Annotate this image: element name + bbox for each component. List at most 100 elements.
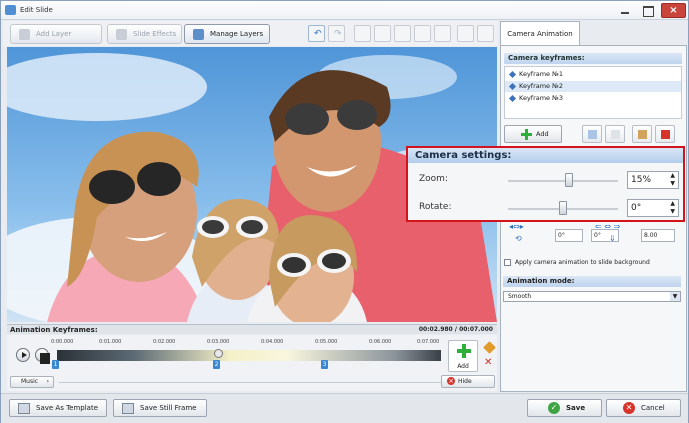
paste-icon [611, 130, 620, 139]
cancel-button[interactable]: ✕ Cancel [606, 399, 681, 417]
timeline-time: 00:02.980 / 00:07.000 [418, 326, 493, 333]
add-layer-button[interactable]: Add Layer [10, 24, 102, 44]
animation-mode-value: Smooth [508, 293, 532, 300]
zoom-label: Zoom: [419, 174, 448, 184]
keyframe-marker[interactable]: 1 [52, 360, 59, 369]
manage-layers-label: Manage Layers [210, 30, 264, 38]
list-item[interactable]: Keyframe №3 [505, 93, 681, 104]
copy-keyframe-button[interactable] [582, 125, 602, 143]
music-label: Music [21, 378, 39, 385]
maximize-button[interactable] [638, 3, 658, 18]
animation-mode-select[interactable]: Smooth ▼ [503, 291, 681, 302]
keyframe-list: Keyframe №1 Keyframe №2 Keyframe №3 [504, 66, 682, 119]
manage-layers-button[interactable]: Manage Layers [184, 24, 270, 44]
zoom-slider-thumb[interactable] [565, 173, 573, 187]
main-toolbar: Add Layer Slide Effects Manage Layers ↶ … [3, 21, 498, 46]
add-camera-keyframe-button[interactable]: Add [504, 125, 562, 143]
rotate-label: Rotate: [419, 202, 452, 212]
keyframe-marker[interactable]: 3 [321, 360, 328, 369]
move-down-icon[interactable]: ⇓ [609, 234, 616, 243]
pan-x-field[interactable]: 0° [555, 229, 583, 242]
animation-keyframes-bar: Animation Keyframes: 00:02.980 / 00:07.0… [7, 324, 497, 334]
rotate-arrow-icon[interactable]: ⟲ [515, 234, 522, 243]
apply-background-checkbox[interactable] [504, 259, 511, 266]
copy-button[interactable] [374, 25, 391, 42]
paste-button[interactable] [394, 25, 411, 42]
camera-settings-header: Camera settings: [408, 148, 683, 163]
playhead-handle[interactable] [214, 349, 223, 358]
delete-camera-keyframe-button[interactable] [655, 125, 675, 143]
rotate-value: 0° [631, 203, 642, 213]
move-down-button[interactable] [457, 25, 474, 42]
cut-button[interactable] [354, 25, 371, 42]
delete-keyframe-icon[interactable]: ✕ [484, 357, 492, 368]
spin-arrows-icon[interactable]: ▲ ▼ [670, 172, 675, 188]
chevron-right-icon: › [46, 378, 49, 385]
animation-keyframes-title: Animation Keyframes: [10, 326, 98, 334]
slide-effects-label: Slide Effects [133, 30, 177, 38]
zoom-slider[interactable] [508, 180, 618, 182]
delete-button[interactable] [414, 25, 431, 42]
minimize-button[interactable] [615, 3, 635, 18]
add-keyframe-button[interactable]: Add [448, 340, 478, 372]
timeline-track[interactable] [57, 350, 441, 361]
brush-button[interactable] [632, 125, 652, 143]
align-dropdown[interactable] [434, 25, 451, 42]
bottom-bar: Save As Template Save Still Frame ✓ Save… [1, 393, 688, 423]
delete-icon [661, 130, 670, 139]
sparkle-icon [116, 28, 127, 40]
pan-controls: ◂⇔▸ ⟲ 0° 0° ⇐ ⇔ ⇒ ⇓ 8.00 [503, 222, 683, 250]
hide-label: Hide [458, 378, 472, 385]
close-button[interactable]: × [661, 3, 686, 18]
cancel-label: Cancel [641, 404, 665, 412]
window-title: Edit Slide [20, 6, 53, 14]
rotate-slider-thumb[interactable] [559, 201, 567, 215]
add-keyframe-label: Add [457, 363, 469, 370]
close-icon: × [669, 5, 678, 16]
edit-slide-window: Edit Slide × Add Layer Slide Effects Man… [0, 0, 689, 423]
redo-button[interactable]: ↷ [328, 25, 345, 42]
title-bar: Edit Slide × [1, 1, 688, 20]
play-button[interactable] [16, 348, 30, 362]
layers-icon [193, 28, 204, 40]
check-icon: ✓ [548, 402, 560, 414]
plus-icon [457, 344, 471, 358]
tick-label: 0:06.000 [369, 339, 392, 345]
move-arrows-icon[interactable]: ⇐ ⇔ ⇒ [595, 222, 620, 231]
edit-keyframe-pencil-icon[interactable] [483, 341, 496, 354]
save-button[interactable]: ✓ Save [527, 399, 602, 417]
tick-label: 0:00.000 [51, 339, 74, 345]
spin-arrows-icon[interactable]: ▲ ▼ [670, 200, 675, 216]
tick-label: 0:04.000 [261, 339, 284, 345]
duration-field[interactable]: 8.00 [641, 229, 675, 242]
frame-icon [122, 402, 134, 414]
rotate-spinbox[interactable]: 0° ▲ ▼ [627, 199, 679, 217]
save-still-frame-label: Save Still Frame [140, 404, 197, 412]
music-button[interactable]: Music › [10, 376, 54, 388]
pan-arrows-icon[interactable]: ◂⇔▸ [509, 222, 524, 231]
save-as-template-button[interactable]: Save As Template [9, 399, 107, 417]
list-item[interactable]: Keyframe №1 [505, 69, 681, 80]
save-still-frame-button[interactable]: Save Still Frame [113, 399, 207, 417]
keyframe-marker[interactable]: 2 [213, 360, 220, 369]
tick-label: 0:05.000 [315, 339, 338, 345]
tick-label: 0:07.000 [417, 339, 440, 345]
zoom-spinbox[interactable]: 15% ▲ ▼ [627, 171, 679, 189]
move-up-button[interactable] [477, 25, 494, 42]
save-as-template-label: Save As Template [36, 404, 99, 412]
stop-button[interactable] [35, 348, 50, 364]
music-track [59, 382, 441, 383]
paste-keyframe-button[interactable] [605, 125, 625, 143]
cancel-icon: ✕ [623, 402, 635, 414]
slide-effects-button[interactable]: Slide Effects [107, 24, 182, 44]
redo-icon: ↷ [334, 29, 342, 39]
apply-background-label: Apply camera animation to slide backgrou… [515, 259, 650, 266]
animation-mode-header: Animation mode: [503, 276, 681, 287]
plus-icon [521, 129, 532, 140]
undo-button[interactable]: ↶ [308, 25, 325, 42]
music-row: Music › Hide [7, 375, 497, 389]
hide-button[interactable]: Hide [441, 375, 495, 388]
list-item[interactable]: Keyframe №2 [505, 81, 681, 92]
chevron-down-icon: ▼ [670, 292, 680, 301]
tab-camera-animation[interactable]: Camera Animation [500, 21, 580, 46]
